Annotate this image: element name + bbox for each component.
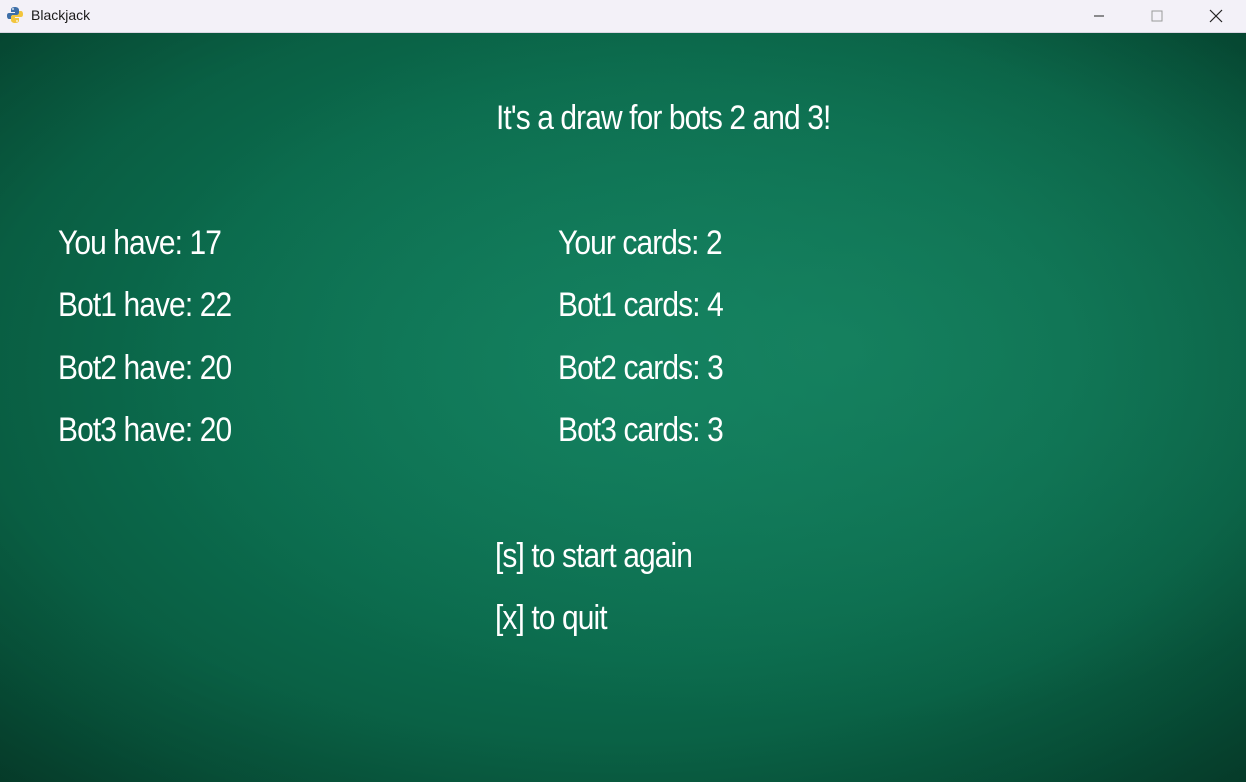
minimize-button[interactable] — [1076, 0, 1122, 32]
bot1-card-count: Bot1 cards: 4 — [558, 286, 724, 324]
maximize-icon — [1151, 10, 1163, 22]
bot2-score: Bot2 have: 20 — [58, 349, 232, 387]
title-bar[interactable]: Blackjack — [0, 0, 1246, 33]
player-score: You have: 17 — [58, 224, 222, 262]
close-icon — [1209, 9, 1223, 23]
maximize-button[interactable] — [1134, 0, 1180, 32]
close-button[interactable] — [1193, 0, 1239, 32]
result-message: It's a draw for bots 2 and 3! — [496, 99, 831, 137]
game-table[interactable]: It's a draw for bots 2 and 3! You have: … — [0, 33, 1246, 782]
quit-option[interactable]: [x] to quit — [495, 601, 608, 635]
restart-option[interactable]: [s] to start again — [495, 539, 693, 573]
bot3-score: Bot3 have: 20 — [58, 411, 232, 449]
bot3-card-count: Bot3 cards: 3 — [558, 411, 724, 449]
app-window: Blackjack It's a draw for bots 2 and 3! … — [0, 0, 1246, 782]
bot2-card-count: Bot2 cards: 3 — [558, 349, 724, 387]
minimize-icon — [1094, 15, 1104, 17]
python-snake-icon — [7, 7, 23, 23]
player-card-count: Your cards: 2 — [558, 224, 723, 262]
bot1-score: Bot1 have: 22 — [58, 286, 232, 324]
window-title: Blackjack — [31, 7, 91, 23]
